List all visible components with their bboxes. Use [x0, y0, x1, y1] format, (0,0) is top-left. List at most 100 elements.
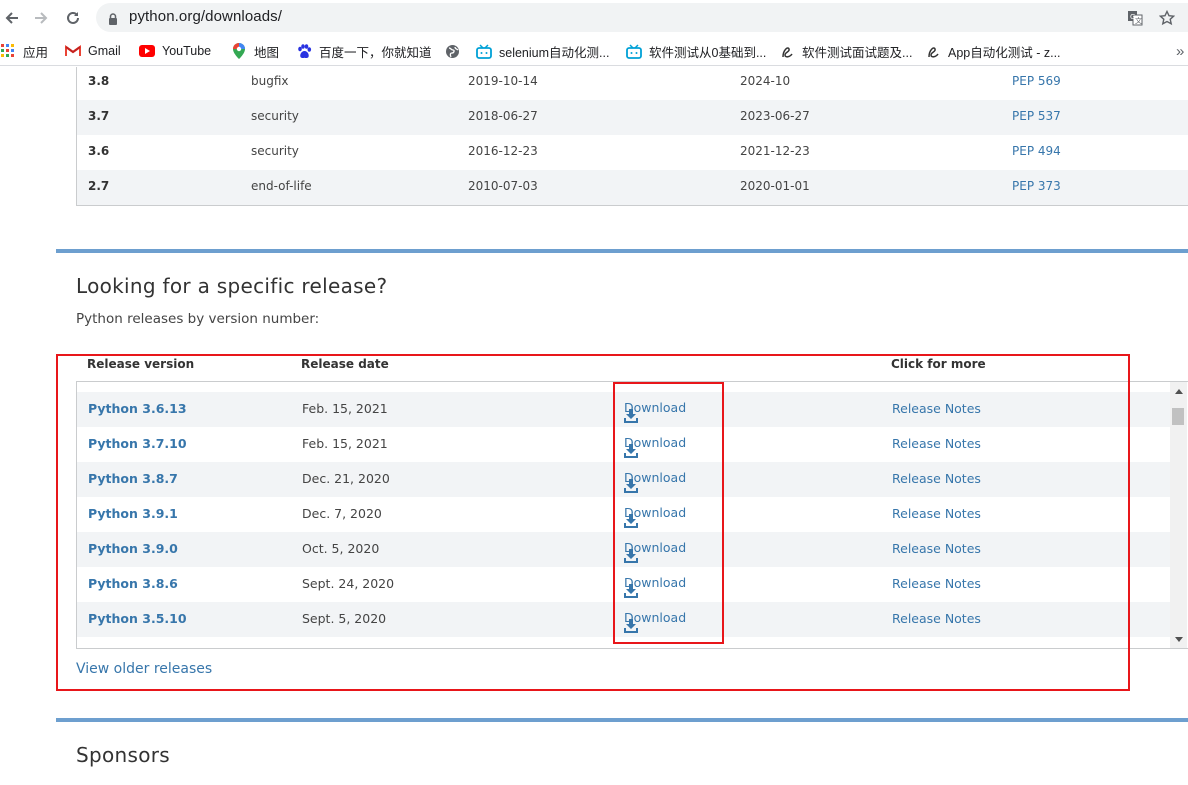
pep-link[interactable]: PEP 373 [1012, 179, 1061, 193]
url-text: python.org/downloads/ [129, 8, 283, 25]
baidu-paw-icon [296, 43, 312, 59]
reload-icon[interactable] [61, 6, 85, 30]
apps-grid-icon [0, 43, 16, 59]
svg-text:文: 文 [1135, 16, 1142, 25]
bookmark-software-testing[interactable]: 软件测试从0基础到... [626, 41, 766, 61]
download-icon [624, 409, 640, 425]
bookmark-label: 应用 [23, 45, 49, 60]
address-bar[interactable]: python.org/downloads/ G文 [96, 3, 1188, 32]
bookmark-globe[interactable] [444, 41, 467, 61]
sponsors-title: Sponsors [76, 743, 171, 767]
script-logo-icon [779, 43, 795, 59]
scroll-up-arrow-icon[interactable] [1170, 384, 1187, 398]
bilibili-tv-icon [626, 43, 642, 59]
release-notes-link[interactable]: Release Notes [892, 436, 981, 451]
column-header-release-date: Release date [301, 357, 389, 371]
release-version-link[interactable]: Python 3.8.7 [88, 471, 178, 486]
release-version-link[interactable]: Python 3.9.1 [88, 506, 178, 521]
download-link[interactable]: Download [624, 400, 686, 423]
download-link[interactable]: Download [624, 540, 686, 563]
bookmarks-overflow-button[interactable]: » [1176, 41, 1184, 61]
gmail-icon [65, 43, 81, 59]
page-content: 3.8 bugfix 2019-10-14 2024-10 PEP 569 3.… [0, 67, 1188, 785]
bookmark-app-testing[interactable]: App自动化测试 - z... [925, 41, 1061, 61]
table-row: 3.8 bugfix 2019-10-14 2024-10 PEP 569 [88, 74, 1061, 88]
view-older-releases-link[interactable]: View older releases [76, 661, 212, 677]
pep-link[interactable]: PEP 494 [1012, 144, 1061, 158]
release-notes-link[interactable]: Release Notes [892, 611, 981, 626]
release-notes-link[interactable]: Release Notes [892, 541, 981, 556]
release-notes-link[interactable]: Release Notes [892, 471, 981, 486]
maps-pin-icon [231, 43, 247, 59]
release-version-link[interactable]: Python 3.8.6 [88, 576, 178, 591]
release-version-link[interactable]: Python 3.7.10 [88, 436, 187, 451]
bookmark-label: selenium自动化测... [499, 45, 610, 60]
release-version-link[interactable]: Python 3.9.0 [88, 541, 178, 556]
bookmark-label: App自动化测试 - z... [948, 45, 1061, 60]
forward-arrow-icon[interactable] [29, 6, 53, 30]
column-header-release-version: Release version [87, 357, 195, 371]
bookmark-selenium[interactable]: selenium自动化测... [476, 41, 609, 61]
download-link[interactable]: Download [624, 610, 686, 633]
bookmark-baidu[interactable]: 百度一下，你就知道 [296, 41, 432, 61]
release-list-scrollbar[interactable] [1170, 382, 1187, 648]
release-list[interactable]: Python 3.6.13 Feb. 15, 2021 Download Rel… [76, 381, 1188, 649]
table-row: 3.6 security 2016-12-23 2021-12-23 PEP 4… [88, 144, 1061, 158]
table-row: 3.7 security 2018-06-27 2023-06-27 PEP 5… [77, 100, 1188, 135]
download-link[interactable]: Download [624, 575, 686, 598]
youtube-icon [139, 43, 155, 59]
bookmark-star-icon[interactable] [1158, 9, 1176, 27]
lock-icon [108, 11, 118, 30]
bookmark-youtube[interactable]: YouTube [139, 41, 211, 61]
bookmark-label: 地图 [254, 45, 280, 60]
download-link[interactable]: Download [624, 470, 686, 493]
section-title: Looking for a specific release? [76, 274, 388, 298]
release-row: Python 3.8.6 Sept. 24, 2020 Download Rel… [77, 567, 1172, 602]
browser-toolbar: python.org/downloads/ G文 [0, 0, 1188, 36]
scrollbar-thumb[interactable] [1172, 408, 1184, 425]
release-notes-link[interactable]: Release Notes [892, 506, 981, 521]
column-header-click-for-more: Click for more [891, 357, 986, 371]
bookmarks-bar: 应用 Gmail YouTube 地图 百度一下，你就知道 selenium自动… [0, 36, 1188, 66]
release-row: Python 3.9.0 Oct. 5, 2020 Download Relea… [77, 532, 1172, 567]
python-versions-table: 3.8 bugfix 2019-10-14 2024-10 PEP 569 3.… [76, 67, 1188, 206]
section-divider [56, 249, 1188, 253]
bilibili-tv-icon [476, 43, 492, 59]
download-icon [624, 514, 640, 530]
script-logo-icon [925, 43, 941, 59]
download-link[interactable]: Download [624, 435, 686, 458]
globe-icon [444, 43, 460, 59]
section-subtitle: Python releases by version number: [76, 311, 320, 327]
release-version-link[interactable]: Python 3.5.10 [88, 611, 187, 626]
release-notes-link[interactable]: Release Notes [892, 401, 981, 416]
download-icon [624, 444, 640, 460]
bookmark-gmail[interactable]: Gmail [65, 41, 121, 61]
section-divider [56, 718, 1188, 722]
download-icon [624, 479, 640, 495]
release-version-link[interactable]: Python 3.6.13 [88, 401, 187, 416]
table-row: 2.7 end-of-life 2010-07-03 2020-01-01 PE… [77, 170, 1188, 205]
scroll-down-arrow-icon[interactable] [1170, 632, 1187, 646]
translate-icon[interactable]: G文 [1126, 9, 1144, 27]
release-row: Python 3.7.10 Feb. 15, 2021 Download Rel… [77, 427, 1172, 462]
release-notes-link[interactable]: Release Notes [892, 576, 981, 591]
download-icon [624, 549, 640, 565]
bookmark-label: 软件测试面试题及... [802, 45, 913, 60]
partially-scrolled-row [88, 382, 388, 388]
download-link[interactable]: Download [624, 505, 686, 528]
download-icon [624, 584, 640, 600]
release-row: Python 3.9.1 Dec. 7, 2020 Download Relea… [77, 497, 1172, 532]
bookmark-interview[interactable]: 软件测试面试题及... [779, 41, 912, 61]
release-row: Python 3.5.10 Sept. 5, 2020 Download Rel… [77, 602, 1172, 637]
back-arrow-icon[interactable] [0, 6, 24, 30]
bookmark-label: 百度一下，你就知道 [319, 45, 432, 60]
bookmark-apps[interactable]: 应用 [0, 41, 48, 61]
release-row: Python 3.6.13 Feb. 15, 2021 Download Rel… [77, 392, 1172, 427]
bookmark-label: Gmail [88, 44, 121, 58]
bookmark-label: YouTube [162, 44, 212, 58]
bookmark-maps[interactable]: 地图 [231, 41, 279, 61]
pep-link[interactable]: PEP 537 [1012, 109, 1061, 123]
release-row: Python 3.8.7 Dec. 21, 2020 Download Rele… [77, 462, 1172, 497]
pep-link[interactable]: PEP 569 [1012, 74, 1061, 88]
download-icon [624, 619, 640, 635]
